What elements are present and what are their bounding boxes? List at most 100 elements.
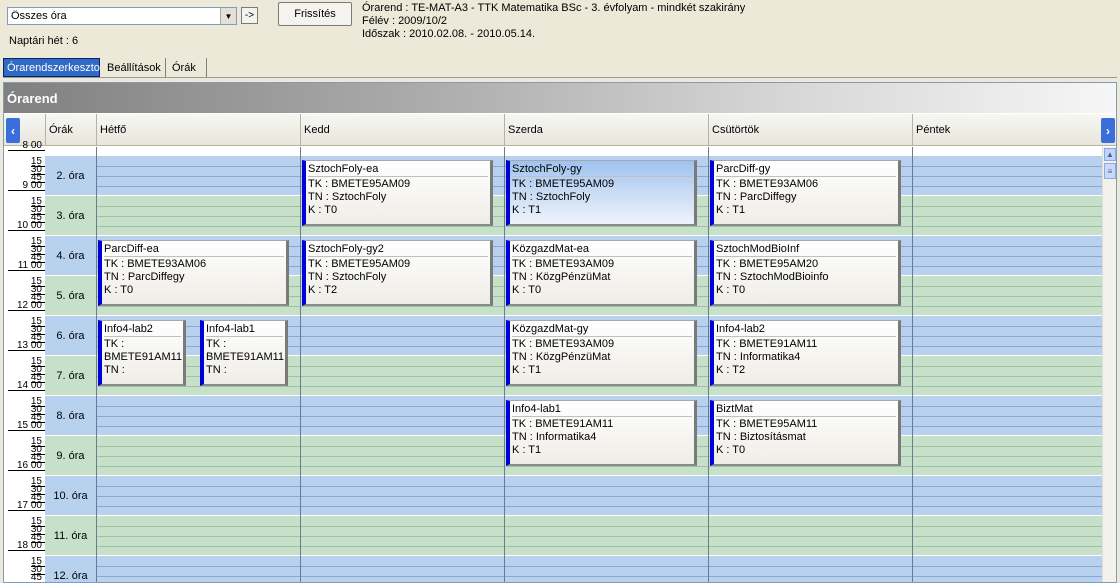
lesson-card-tn: TN : SztochFoly <box>308 271 387 283</box>
hour-tick <box>8 230 45 231</box>
vertical-scrollbar[interactable]: ▲ ≡ <box>1102 147 1116 582</box>
hour-label: 4. óra <box>45 236 96 275</box>
hour-label: 11. óra <box>45 516 96 555</box>
time-label-hour: 14 00 <box>16 380 42 391</box>
lesson-card-k: TN : <box>206 364 227 376</box>
lesson-card[interactable]: ParcDiff-ea TK : BMETE93AM06 TN : ParcDiff… <box>98 240 289 306</box>
quarter-line <box>45 506 1102 507</box>
lesson-card[interactable]: Info4-lab1 TK : BMETE91AM11 TN : <box>200 320 288 386</box>
column-header-tuesday: Kedd <box>300 114 504 146</box>
lesson-card[interactable]: ParcDiff-gy TK : BMETE93AM06 TN : ParcDiff… <box>710 160 901 226</box>
quarter-line <box>45 546 1102 547</box>
lesson-card-tk: TK : BMETE93AM09 <box>512 338 615 350</box>
lesson-card-tk: TK : <box>104 338 125 350</box>
time-label-hour: 13 00 <box>16 340 42 351</box>
column-divider <box>96 147 97 582</box>
lesson-card-tk: TK : BMETE93AM06 <box>104 258 207 270</box>
quarter-line <box>45 306 1102 307</box>
column-header-friday: Péntek <box>912 114 1102 146</box>
lesson-card[interactable]: SztochFoly-gy2 TK : BMETE95AM09 TN : Sztoc… <box>302 240 493 306</box>
hour-label: 3. óra <box>45 196 96 235</box>
time-label-hour: 15 00 <box>16 420 42 431</box>
quarter-line <box>45 496 1102 497</box>
lesson-card-tk: TK : BMETE95AM09 <box>308 178 411 190</box>
lesson-card-tk: TK : <box>206 338 227 350</box>
tab-timetable-editor[interactable]: Órarendszerkeszto <box>3 58 100 77</box>
lesson-card-tk: TK : BMETE95AM11 <box>716 418 818 430</box>
lesson-card-tn: TN : KözgPénzüMat <box>512 271 611 283</box>
lesson-card-k: K : T0 <box>716 444 746 456</box>
hour-row[interactable]: 12. óra <box>45 555 1102 582</box>
time-label-hour: 11 00 <box>17 260 42 271</box>
time-label-hour: 18 00 <box>16 540 42 551</box>
time-label-hour: 17 00 <box>16 500 42 511</box>
chevron-right-icon[interactable]: › <box>1101 118 1115 143</box>
lesson-card-k: K : T0 <box>308 204 338 216</box>
lesson-card-title: SztochFoly-gy2 <box>308 243 488 257</box>
column-divider <box>300 147 301 582</box>
quarter-line <box>45 566 1102 567</box>
lesson-card[interactable]: SztochModBioInf TK : BMETE95AM20 TN : Szto… <box>710 240 901 306</box>
hour-tick <box>8 190 45 191</box>
lesson-card-k: K : T1 <box>716 204 746 216</box>
chevron-down-icon[interactable]: ▼ <box>220 8 236 24</box>
hour-tick <box>8 390 45 391</box>
time-label-hour: 10 00 <box>16 220 42 231</box>
period-label: Időszak : 2010.02.08. - 2010.05.14. <box>362 28 536 40</box>
lesson-card-tn: TN : SztochModBioinfo <box>716 271 829 283</box>
column-header-hours: Órák <box>45 114 97 146</box>
lesson-card-title: ParcDiff-ea <box>104 243 284 257</box>
lesson-card-title: KözgazdMat-gy <box>512 323 692 337</box>
lesson-card-k: TN : <box>104 364 125 376</box>
column-divider <box>708 147 709 582</box>
scroll-thumb[interactable]: ≡ <box>1104 163 1116 179</box>
hour-row[interactable]: 10. óra <box>45 475 1102 515</box>
tab-settings[interactable]: Beállítások <box>104 58 166 77</box>
app-window: Összes óra ▼ -> Frissítés Naptári hét : … <box>0 0 1120 583</box>
time-label-hour: 16 00 <box>16 460 42 471</box>
filter-combobox[interactable]: Összes óra ▼ <box>7 7 237 25</box>
chevron-left-icon[interactable]: ‹ <box>6 118 20 143</box>
hour-tick <box>8 270 45 271</box>
lesson-card-title: Info4-lab1 <box>512 403 692 417</box>
hour-tick <box>8 150 45 151</box>
lesson-card-tn: BMETE91AM11 <box>206 351 285 363</box>
refresh-button[interactable]: Frissítés <box>278 2 352 26</box>
hour-row[interactable]: 11. óra <box>45 515 1102 555</box>
lesson-card[interactable]: Info4-lab2 TK : BMETE91AM11 TN : Informati… <box>710 320 901 386</box>
hour-label: 6. óra <box>45 316 96 355</box>
lesson-card-tn: TN : Informatika4 <box>512 431 597 443</box>
lesson-card[interactable]: Info4-lab1 TK : BMETE91AM11 TN : Informati… <box>506 400 697 466</box>
quarter-line <box>45 466 1102 467</box>
lesson-card[interactable]: SztochFoly-gy TK : BMETE95AM09 TN : Sztoch… <box>506 160 697 226</box>
lesson-card-tk: TK : BMETE95AM20 <box>716 258 819 270</box>
lesson-card[interactable]: KözgazdMat-ea TK : BMETE93AM09 TN : KözgPé… <box>506 240 697 306</box>
lesson-card[interactable]: SztochFoly-ea TK : BMETE95AM09 TN : Sztoch… <box>302 160 493 226</box>
lesson-card-title: SztochFoly-ea <box>308 163 488 177</box>
lesson-card-title: BiztMat <box>716 403 896 417</box>
hour-tick <box>8 350 45 351</box>
timetable-name: Órarend : TE-MAT-A3 - TTK Matematika BSc… <box>362 2 746 14</box>
lesson-card-tn: TN : Informatika4 <box>716 351 801 363</box>
lesson-card[interactable]: KözgazdMat-gy TK : BMETE93AM09 TN : KözgPé… <box>506 320 697 386</box>
lesson-card-k: K : T0 <box>104 284 134 296</box>
tab-lessons[interactable]: Órák <box>169 58 207 77</box>
hour-tick <box>8 470 45 471</box>
lesson-card-k: K : T1 <box>512 364 542 376</box>
lesson-card-k: K : T2 <box>308 284 338 296</box>
calendar-week-label: Naptári hét : 6 <box>9 35 79 47</box>
lesson-card-tn: TN : ParcDiffegy <box>716 191 797 203</box>
lesson-card[interactable]: Info4-lab2 TK : BMETE91AM11 TN : <box>98 320 186 386</box>
quarter-line <box>45 536 1102 537</box>
semester-label: Félév : 2009/10/2 <box>362 15 448 27</box>
go-button[interactable]: -> <box>241 7 258 24</box>
quarter-line <box>45 226 1102 227</box>
quarter-line <box>45 386 1102 387</box>
lesson-card[interactable]: BiztMat TK : BMETE95AM11 TN : Biztosításma… <box>710 400 901 466</box>
column-header-thursday: Csütörtök <box>708 114 912 146</box>
scroll-up-icon[interactable]: ▲ <box>1104 148 1116 161</box>
lesson-card-tk: TK : BMETE93AM06 <box>716 178 819 190</box>
timetable-panel: Órarend ‹ Órák Hétfő Kedd Szerda Csütört… <box>3 82 1117 583</box>
lesson-card-k: K : T1 <box>512 204 542 216</box>
lesson-card-title: Info4-lab2 <box>716 323 896 337</box>
